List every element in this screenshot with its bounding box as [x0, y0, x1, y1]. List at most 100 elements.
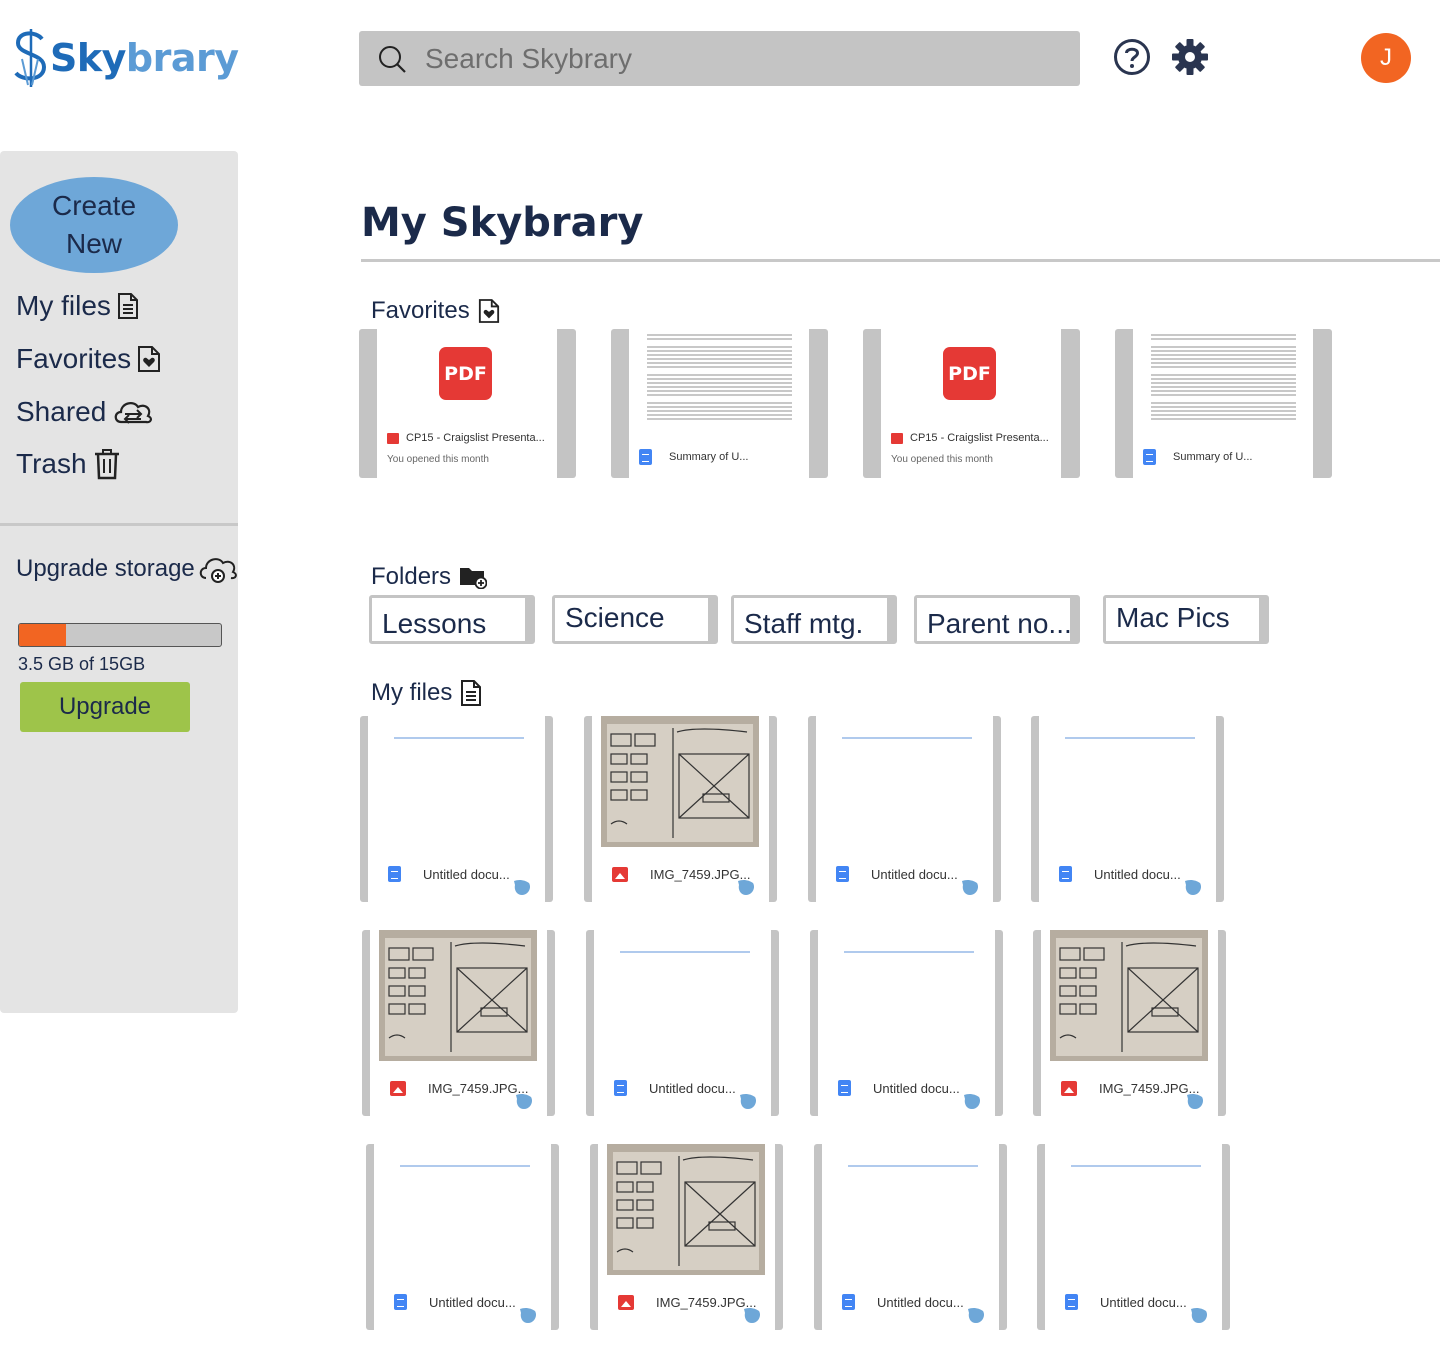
sidebar-item-my-files[interactable]: My files: [16, 290, 139, 322]
favorite-toggle-icon[interactable]: [963, 1093, 981, 1110]
cloud-add-icon: [199, 558, 237, 583]
gear-icon[interactable]: [1171, 38, 1209, 76]
file-preview: IMG_7459.JPG...: [370, 930, 547, 1116]
sidebar-item-favorites[interactable]: Favorites: [16, 343, 161, 375]
favorite-toggle-icon[interactable]: [519, 1307, 537, 1324]
help-icon[interactable]: [1113, 38, 1151, 76]
favorite-file-icon: [478, 299, 499, 323]
sidebar-item-trash[interactable]: Trash: [16, 448, 121, 480]
image-file-icon: [612, 867, 628, 882]
file-label: Untitled docu...: [614, 1080, 736, 1096]
document-file-card[interactable]: Untitled docu...: [366, 1144, 559, 1330]
file-label: Untitled docu...: [836, 866, 958, 882]
favorite-card[interactable]: Summary of U...: [1115, 329, 1332, 478]
file-label: IMG_7459.JPG...: [618, 1295, 756, 1310]
folder-lessons[interactable]: Lessons: [369, 595, 535, 644]
upgrade-storage-label: Upgrade storage: [16, 555, 195, 582]
favorite-card[interactable]: Summary of U...: [611, 329, 828, 478]
file-name: Untitled docu...: [423, 866, 510, 882]
favorite-toggle-icon[interactable]: [513, 879, 531, 896]
file-label: Untitled docu...: [838, 1080, 960, 1096]
file-preview: Untitled docu...: [822, 1144, 999, 1330]
upgrade-storage-link[interactable]: Upgrade storage: [16, 553, 239, 585]
doc-file-icon: [838, 1080, 851, 1096]
document-file-card[interactable]: Untitled docu...: [360, 716, 553, 902]
skybrary-logo[interactable]: Skybrary: [12, 26, 252, 90]
document-file-card[interactable]: Untitled docu...: [808, 716, 1001, 902]
file-label: Untitled docu...: [1059, 866, 1181, 882]
file-preview: Untitled docu...: [594, 930, 771, 1116]
document-preview-line: [620, 951, 750, 953]
favorite-toggle-icon[interactable]: [743, 1307, 761, 1324]
pdf-icon: PDF: [943, 347, 996, 400]
image-thumbnail: [607, 1144, 765, 1275]
file-preview: IMG_7459.JPG...: [598, 1144, 775, 1330]
file-preview: Untitled docu...: [374, 1144, 551, 1330]
document-file-card[interactable]: Untitled docu...: [586, 930, 779, 1116]
document-file-card[interactable]: Untitled docu...: [814, 1144, 1007, 1330]
upgrade-button[interactable]: Upgrade: [20, 682, 190, 732]
image-file-card[interactable]: IMG_7459.JPG...: [1033, 930, 1226, 1116]
folder-science[interactable]: Science: [552, 595, 718, 644]
file-preview: Untitled docu...: [368, 716, 545, 902]
search-input[interactable]: [425, 42, 1065, 75]
favorite-toggle-icon[interactable]: [1186, 1093, 1204, 1110]
folder-staff-mtg[interactable]: Staff mtg.: [731, 595, 897, 644]
storage-progress-fill: [19, 624, 67, 646]
favorite-toggle-icon[interactable]: [515, 1093, 533, 1110]
doc-file-icon: [639, 449, 652, 465]
favorites-heading: Favorites: [371, 297, 500, 325]
sidebar-item-label: Shared: [16, 396, 107, 427]
sidebar-item-label: Favorites: [16, 343, 132, 374]
file-name: Summary of U...: [1173, 451, 1253, 463]
image-file-card[interactable]: IMG_7459.JPG...: [584, 716, 777, 902]
favorite-toggle-icon[interactable]: [1190, 1307, 1208, 1324]
search-bar[interactable]: [359, 31, 1080, 86]
document-file-card[interactable]: Untitled docu...: [810, 930, 1003, 1116]
storage-progress-bar: [18, 623, 222, 647]
file-preview: Untitled docu...: [1045, 1144, 1222, 1330]
doc-file-icon: [1143, 449, 1156, 465]
file-name: Untitled docu...: [1094, 866, 1181, 882]
document-preview-line: [844, 951, 974, 953]
document-preview-line: [400, 1165, 530, 1167]
file-name: CP15 - Craigslist Presenta...: [910, 432, 1049, 444]
file-preview: IMG_7459.JPG...: [1041, 930, 1218, 1116]
favorite-card[interactable]: PDF CP15 - Craigslist Presenta... You op…: [863, 329, 1080, 478]
file-name: CP15 - Craigslist Presenta...: [406, 432, 545, 444]
folder-parent-notes[interactable]: Parent no...: [914, 595, 1080, 644]
doc-file-icon: [388, 866, 401, 882]
document-file-card[interactable]: Untitled docu...: [1031, 716, 1224, 902]
image-file-card[interactable]: IMG_7459.JPG...: [590, 1144, 783, 1330]
create-line-1: Create: [51, 190, 137, 221]
sidebar-item-label: Trash: [16, 448, 87, 479]
file-activity: You opened this month: [891, 454, 993, 465]
document-preview-line: [1071, 1165, 1201, 1167]
image-file-card[interactable]: IMG_7459.JPG...: [362, 930, 555, 1116]
sidebar-item-shared[interactable]: Shared: [16, 395, 154, 429]
avatar[interactable]: J: [1361, 33, 1411, 83]
title-divider: [361, 259, 1440, 262]
favorite-toggle-icon[interactable]: [737, 879, 755, 896]
favorite-card[interactable]: PDF CP15 - Craigslist Presenta... You op…: [359, 329, 576, 478]
favorite-toggle-icon[interactable]: [739, 1093, 757, 1110]
document-file-card[interactable]: Untitled docu...: [1037, 1144, 1230, 1330]
document-preview: [1151, 334, 1296, 422]
create-new-button[interactable]: Create New: [10, 177, 178, 273]
file-name: Untitled docu...: [873, 1080, 960, 1096]
my-files-heading: My files: [371, 679, 482, 707]
folder-add-icon: [460, 568, 488, 589]
file-label: Untitled docu...: [1065, 1294, 1187, 1310]
file-name: IMG_7459.JPG...: [428, 1081, 529, 1096]
folder-mac-pics[interactable]: Mac Pics: [1103, 595, 1269, 644]
file-name: Summary of U...: [669, 451, 749, 463]
file-name: IMG_7459.JPG...: [1099, 1081, 1200, 1096]
file-name: Untitled docu...: [877, 1294, 964, 1310]
favorite-toggle-icon[interactable]: [1184, 879, 1202, 896]
file-name: Untitled docu...: [871, 866, 958, 882]
file-name: Untitled docu...: [649, 1080, 736, 1096]
favorite-toggle-icon[interactable]: [961, 879, 979, 896]
favorite-toggle-icon[interactable]: [967, 1307, 985, 1324]
doc-file-icon: [614, 1080, 627, 1096]
storage-usage-text: 3.5 GB of 15GB: [18, 654, 146, 674]
